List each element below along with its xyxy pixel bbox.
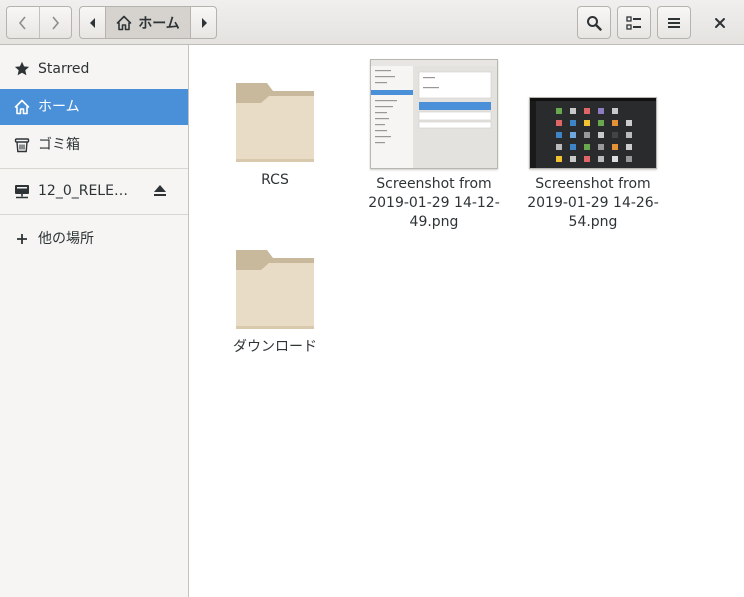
file-name: Screenshot from 2019-01-29 14-26-54.png	[527, 176, 659, 230]
sidebar-item-trash[interactable]: ゴミ箱	[0, 127, 188, 163]
sidebar-item-other-locations[interactable]: 他の場所	[0, 221, 188, 257]
file-item-image[interactable]: Screenshot from 2019-01-29 14-26-54.png	[513, 97, 673, 232]
search-icon	[587, 15, 602, 31]
eject-icon[interactable]	[153, 184, 167, 197]
path-scroll-right-button[interactable]	[191, 7, 216, 38]
screenshot-preview	[530, 98, 656, 168]
file-view: RCS Screenshot from 2019-01-29 14-12-49.…	[189, 45, 744, 597]
file-item-folder[interactable]: RCS	[195, 81, 355, 190]
path-home-button[interactable]: ホーム	[105, 7, 191, 38]
path-home-label: ホーム	[138, 15, 180, 32]
sidebar-item-label: 他の場所	[38, 231, 94, 247]
sidebar-item-label: 12_0_RELE…	[38, 183, 128, 199]
sidebar-separator	[0, 168, 188, 169]
pan-start-icon	[89, 17, 95, 28]
view-list-icon	[626, 15, 641, 30]
sidebar-item-network-drive[interactable]: 12_0_RELE…	[0, 173, 188, 209]
navigation-buttons	[6, 6, 72, 39]
file-name: ダウンロード	[233, 339, 317, 355]
close-button[interactable]	[703, 6, 737, 39]
header-bar: ホーム	[0, 0, 744, 45]
back-button[interactable]	[7, 7, 40, 38]
sidebar-item-home[interactable]: ホーム	[0, 89, 188, 125]
sidebar-item-label: Starred	[38, 61, 90, 77]
view-toggle-button[interactable]	[617, 6, 651, 39]
home-icon	[116, 15, 132, 30]
network-drive-icon	[15, 185, 29, 199]
file-item-folder[interactable]: ダウンロード	[195, 248, 355, 357]
go-next-icon	[52, 15, 60, 30]
forward-button[interactable]	[40, 7, 72, 38]
path-bar: ホーム	[79, 6, 217, 39]
sidebar-item-label: ホーム	[38, 99, 80, 115]
pan-end-icon	[201, 17, 207, 28]
file-item-image[interactable]: Screenshot from 2019-01-29 14-12-49.png	[354, 59, 514, 232]
menu-button[interactable]	[657, 6, 691, 39]
trash-icon	[14, 138, 30, 153]
go-previous-icon	[18, 15, 26, 30]
file-name: RCS	[261, 172, 289, 188]
plus-icon	[17, 234, 27, 244]
close-icon	[715, 17, 725, 28]
sidebar-item-label: ゴミ箱	[38, 137, 80, 153]
path-scroll-left-button[interactable]	[80, 7, 105, 38]
image-thumbnail	[529, 97, 657, 169]
file-name: Screenshot from 2019-01-29 14-12-49.png	[368, 176, 500, 230]
menu-icon	[668, 17, 680, 28]
star-icon	[14, 61, 30, 76]
sidebar-separator	[0, 214, 188, 215]
sidebar: Starred ホーム ゴミ箱 12_0_RELE… 他の場所	[0, 45, 189, 597]
image-thumbnail	[370, 59, 498, 169]
screenshot-preview	[371, 60, 497, 168]
folder-icon	[236, 250, 314, 329]
home-icon	[14, 99, 30, 115]
folder-icon	[236, 83, 314, 162]
search-button[interactable]	[577, 6, 611, 39]
sidebar-item-starred[interactable]: Starred	[0, 51, 188, 87]
